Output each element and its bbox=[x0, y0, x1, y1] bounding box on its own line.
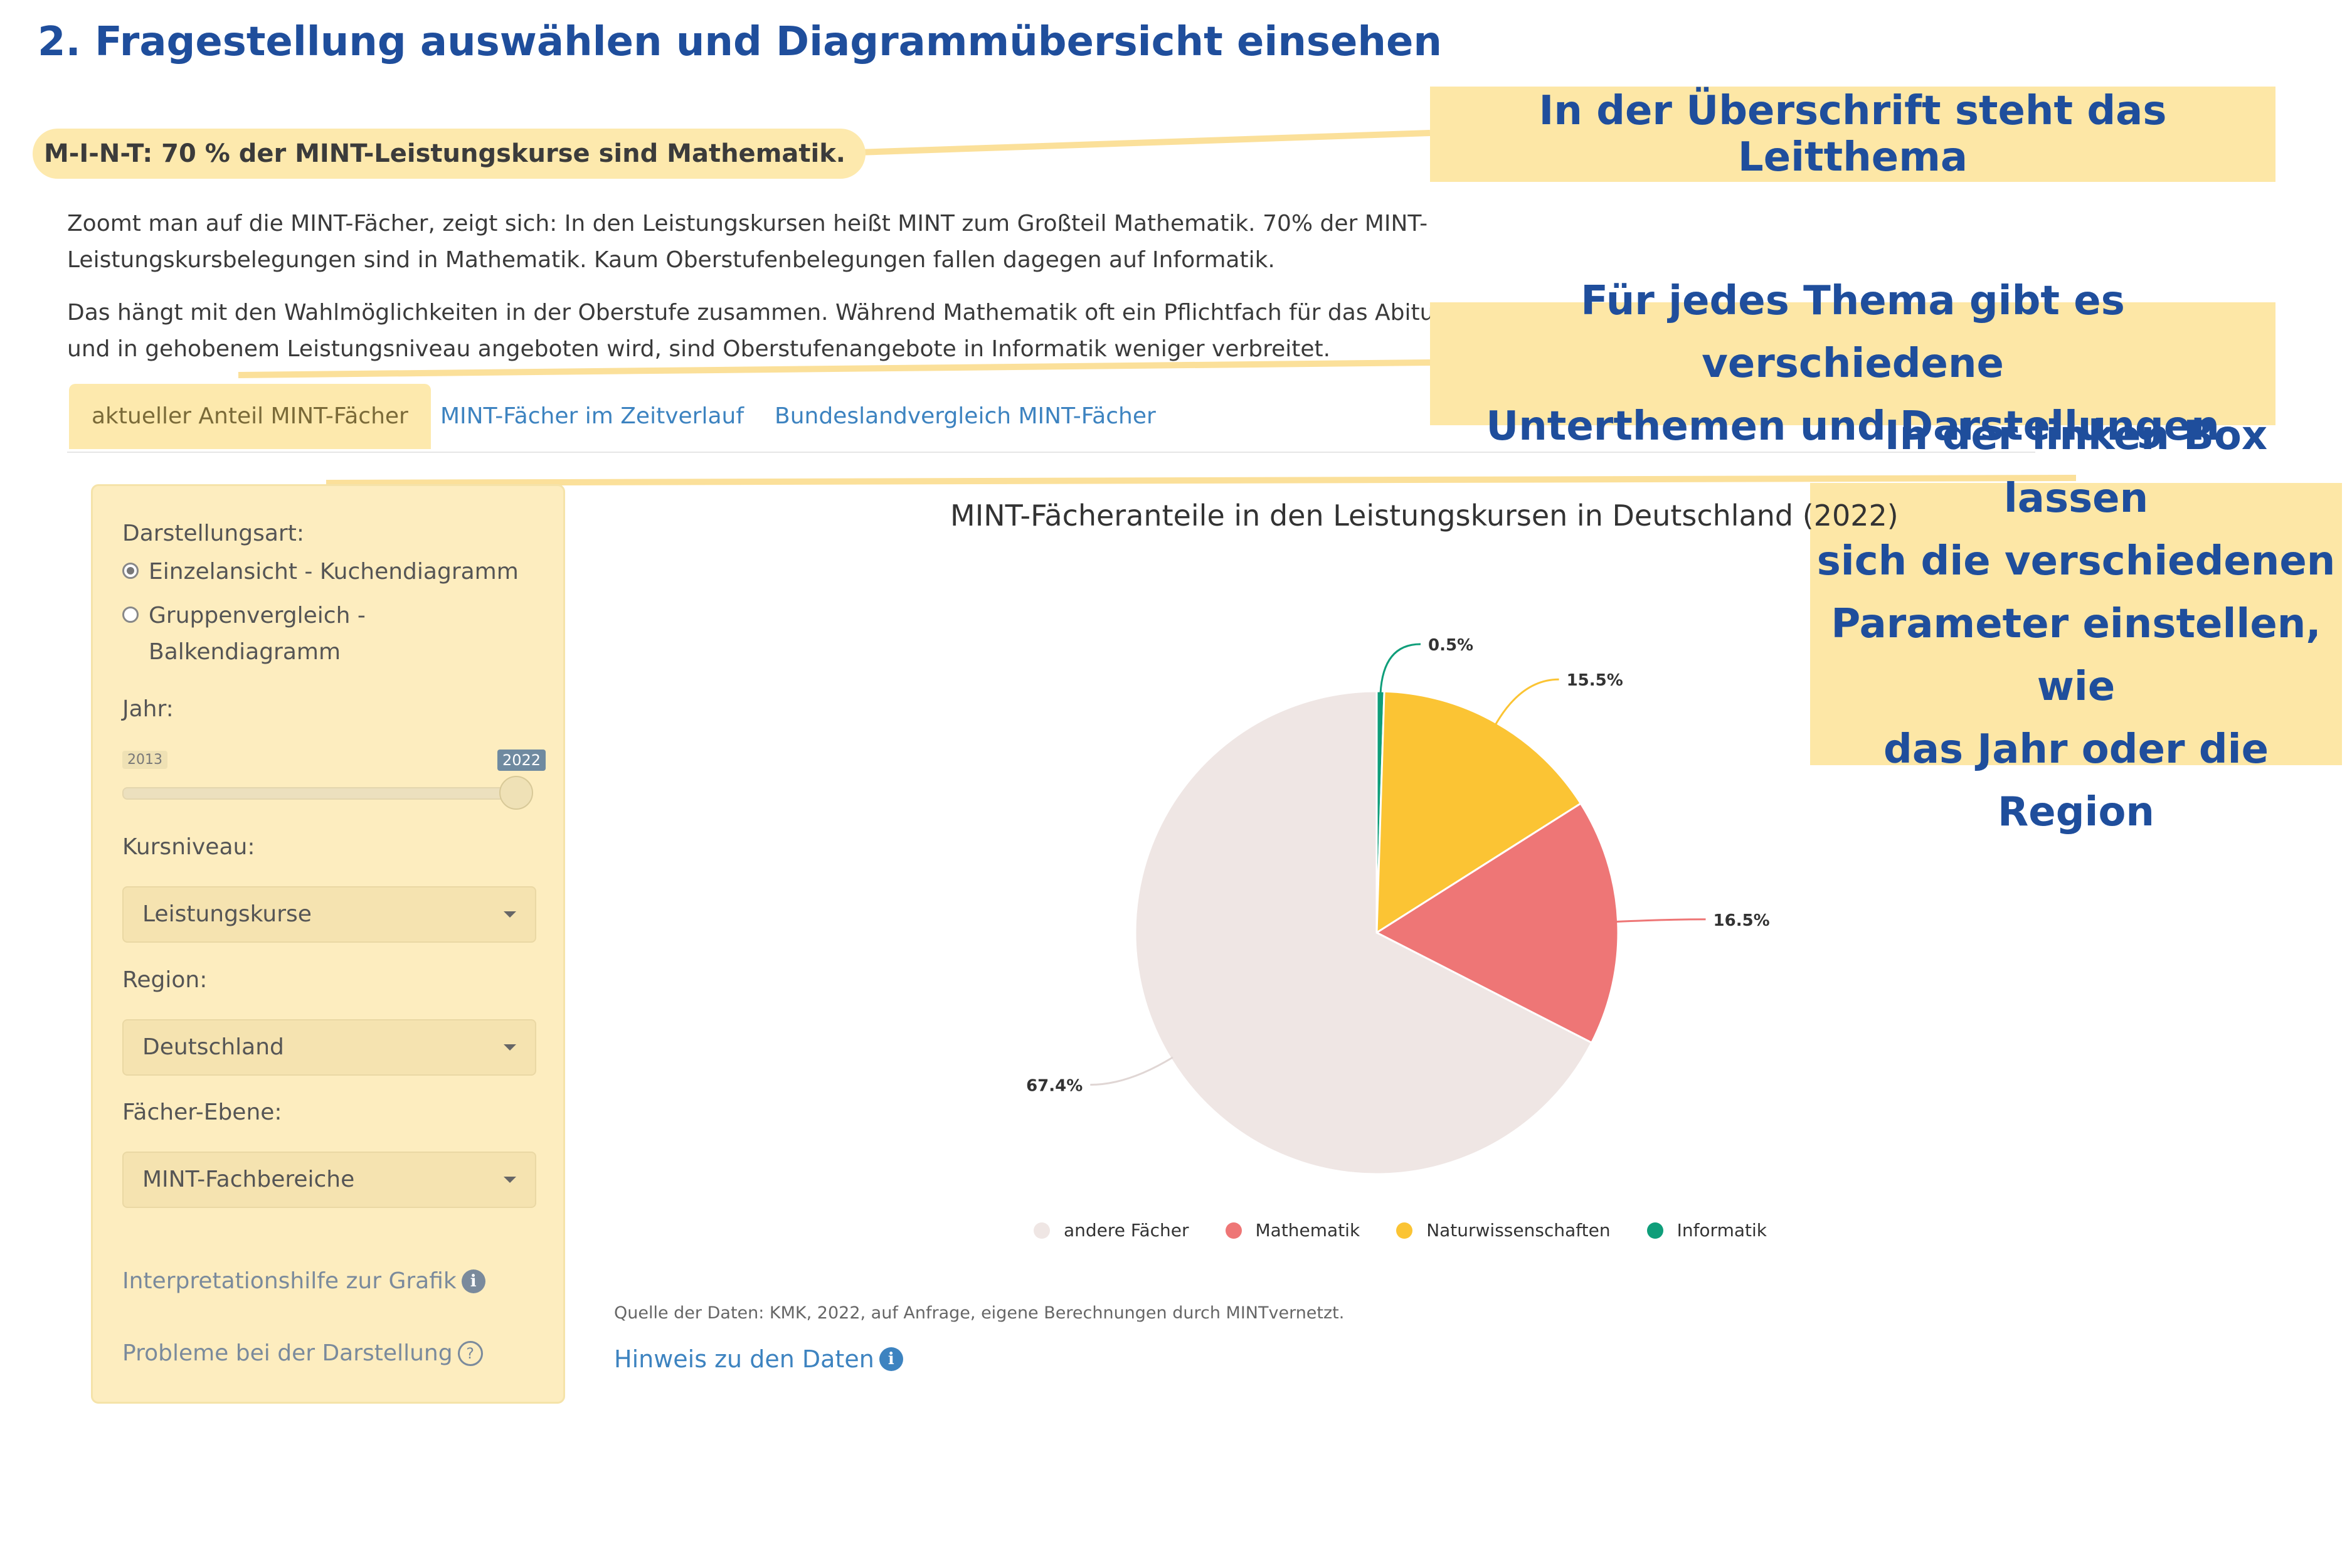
info-icon[interactable]: i bbox=[461, 1269, 485, 1293]
radio-option-pie[interactable]: Einzelansicht - Kuchendiagramm bbox=[122, 554, 519, 590]
year-slider-track[interactable] bbox=[122, 787, 519, 800]
radio-option-bar-label-1: Gruppenvergleich - bbox=[149, 603, 366, 628]
region-select[interactable]: Deutschland bbox=[122, 1019, 536, 1076]
info-icon[interactable]: i bbox=[879, 1347, 903, 1371]
pie-data-label: 16.5% bbox=[1714, 911, 1770, 930]
legend-item-naturwissenschaften[interactable]: Naturwissenschaften bbox=[1396, 1220, 1611, 1241]
pie-leader-line bbox=[1379, 643, 1421, 694]
chevron-down-icon bbox=[504, 1177, 516, 1183]
chart-title: MINT-Fächeranteile in den Leistungskurse… bbox=[950, 499, 1899, 532]
legend-item-andere[interactable]: andere Fächer bbox=[1034, 1220, 1189, 1241]
display-problems-label: Probleme bei der Darstellung bbox=[122, 1340, 453, 1366]
legend-swatch bbox=[1646, 1222, 1663, 1239]
pie-leader-line bbox=[1090, 1056, 1173, 1086]
radio-checked-icon[interactable] bbox=[122, 563, 139, 579]
parameter-panel: Darstellungsart: Einzelansicht - Kuchend… bbox=[91, 484, 565, 1404]
pie-leader-line bbox=[1494, 678, 1559, 726]
pie-chart: 0.5% 15.5% 16.5% 67.4% bbox=[1026, 636, 1770, 1175]
subject-level-select[interactable]: MINT-Fachbereiche bbox=[122, 1152, 536, 1208]
callout-box-line-2: sich die verschiedenen bbox=[1816, 538, 2336, 585]
interpretation-help-label: Interpretationshilfe zur Grafik bbox=[122, 1268, 457, 1294]
callout-box-line-3: Parameter einstellen, wie bbox=[1831, 601, 2321, 710]
legend-label: Mathematik bbox=[1255, 1220, 1360, 1241]
chart-legend: andere Fächer Mathematik Naturwissenscha… bbox=[1034, 1220, 1767, 1241]
pie-leader-line bbox=[1615, 918, 1706, 923]
legend-swatch bbox=[1034, 1222, 1050, 1239]
legend-label: Naturwissenschaften bbox=[1426, 1220, 1611, 1241]
interpretation-help-link[interactable]: Interpretationshilfe zur Grafik i bbox=[122, 1268, 485, 1294]
tabs-divider bbox=[67, 452, 2035, 453]
region-value: Deutschland bbox=[142, 1034, 284, 1060]
legend-swatch bbox=[1396, 1222, 1413, 1239]
callout-headline: In der Überschrift steht das Leitthema bbox=[1430, 87, 2275, 182]
chevron-down-icon bbox=[504, 911, 516, 918]
subject-level-label: Fächer-Ebene: bbox=[122, 1099, 282, 1125]
data-source: Quelle der Daten: KMK, 2022, auf Anfrage… bbox=[614, 1303, 1345, 1323]
intro-paragraph-1: Zoomt man auf die MINT-Fächer, zeigt sic… bbox=[67, 211, 1428, 273]
chevron-down-icon bbox=[504, 1044, 516, 1051]
radio-unchecked-icon[interactable] bbox=[122, 607, 139, 623]
year-value-label: 2022 bbox=[497, 750, 546, 771]
topic-title: M-I-N-T: 70 % der MINT-Leistungskurse si… bbox=[33, 129, 866, 179]
legend-item-mathematik[interactable]: Mathematik bbox=[1225, 1220, 1360, 1241]
radio-option-bar[interactable]: Gruppenvergleich - Balkendiagramm bbox=[122, 598, 366, 670]
tab-aktueller-anteil[interactable]: aktueller Anteil MINT-Fächer bbox=[69, 384, 431, 449]
tab-zeitverlauf[interactable]: MINT-Fächer im Zeitverlauf bbox=[440, 384, 744, 449]
year-min-label: 2013 bbox=[122, 751, 167, 769]
subject-level-value: MINT-Fachbereiche bbox=[142, 1167, 355, 1192]
question-icon[interactable]: ? bbox=[457, 1340, 483, 1366]
course-level-label: Kursniveau: bbox=[122, 834, 255, 860]
year-slider-handle[interactable] bbox=[499, 776, 533, 810]
legend-item-informatik[interactable]: Informatik bbox=[1646, 1220, 1767, 1241]
data-hint-label: Hinweis zu den Daten bbox=[614, 1345, 874, 1373]
legend-swatch bbox=[1225, 1222, 1242, 1239]
radio-option-bar-label-2: Balkendiagramm bbox=[149, 639, 341, 665]
legend-label: andere Fächer bbox=[1064, 1220, 1189, 1241]
legend-label: Informatik bbox=[1677, 1220, 1767, 1241]
radio-option-pie-label: Einzelansicht - Kuchendiagramm bbox=[149, 559, 519, 585]
course-level-select[interactable]: Leistungskurse bbox=[122, 886, 536, 943]
callout-subtopics-line-1: Für jedes Thema gibt es verschiedene bbox=[1581, 278, 2125, 387]
year-label: Jahr: bbox=[122, 696, 174, 722]
course-level-value: Leistungskurse bbox=[142, 901, 312, 927]
pie-data-label: 15.5% bbox=[1567, 671, 1623, 690]
display-problems-link[interactable]: Probleme bei der Darstellung ? bbox=[122, 1340, 483, 1366]
pie-data-label: 67.4% bbox=[1026, 1077, 1083, 1096]
intro-paragraph-2: Das hängt mit den Wahlmöglichkeiten in d… bbox=[67, 300, 1478, 362]
data-hint-link[interactable]: Hinweis zu den Daten i bbox=[614, 1345, 903, 1373]
tab-bundeslandvergleich[interactable]: Bundeslandvergleich MINT-Fächer bbox=[775, 384, 1156, 449]
region-label: Region: bbox=[122, 967, 208, 993]
display-type-label: Darstellungsart: bbox=[122, 521, 304, 546]
pie-data-label: 0.5% bbox=[1428, 636, 1473, 655]
callout-box-line-4: das Jahr oder die Region bbox=[1883, 726, 2269, 835]
